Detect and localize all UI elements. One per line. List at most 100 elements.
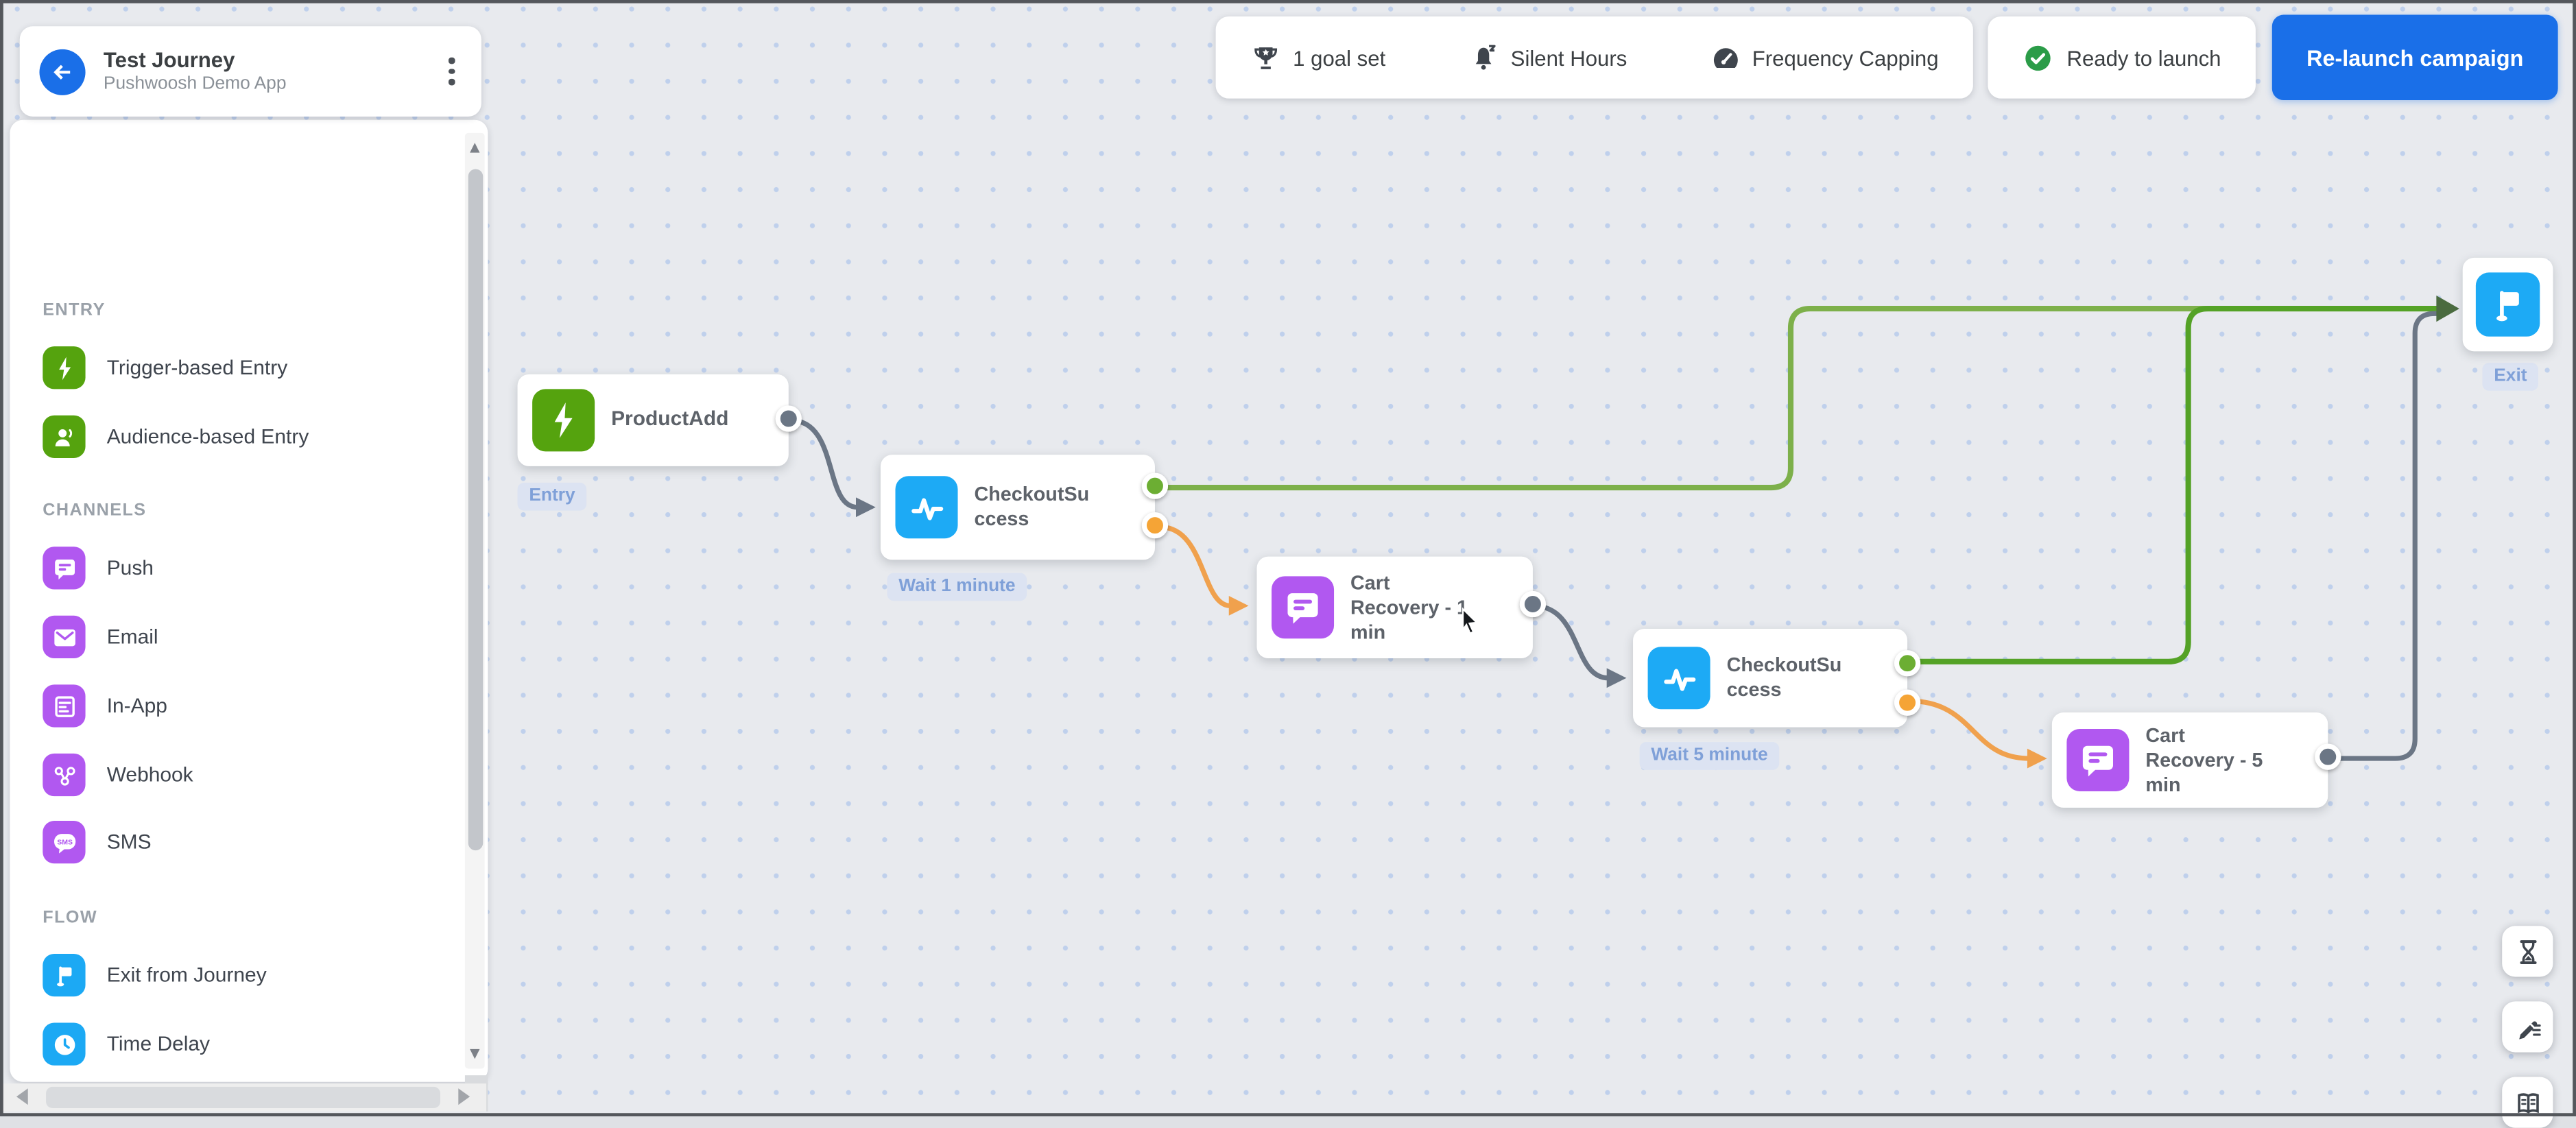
envelope-icon [43, 615, 86, 659]
inapp-layout-icon [43, 684, 86, 728]
arrowhead-icon [2436, 295, 2459, 322]
chat-bubble-icon [1272, 576, 1335, 639]
output-port[interactable] [775, 405, 802, 432]
sidebar-item-exit-from-journey[interactable]: Exit from Journey [43, 953, 267, 997]
sidebar-item-push[interactable]: Push [43, 547, 154, 590]
sidebar-item-time-delay[interactable]: Time Delay [43, 1022, 211, 1066]
sidebar-item-email[interactable]: Email [43, 615, 158, 659]
gauge-icon [1713, 47, 1737, 67]
output-port[interactable] [2315, 743, 2341, 770]
node-badge-wait: Wait 5 minute [1639, 742, 1780, 770]
output-port-event[interactable] [1894, 650, 1921, 677]
edge-checkout2-to-exit [1909, 306, 2442, 664]
sidebar-item-label: Exit from Journey [106, 963, 267, 987]
node-checkout-success-1[interactable]: CheckoutSuccess [880, 455, 1169, 560]
relaunch-campaign-button[interactable]: Re-launch campaign [2271, 14, 2558, 101]
scroll-left-icon[interactable] [16, 1088, 28, 1105]
book-icon [2517, 1092, 2538, 1113]
webhook-icon [43, 753, 86, 797]
sidebar-item-label: SMS [106, 830, 152, 854]
sidebar-item-webhook[interactable]: Webhook [43, 753, 193, 797]
output-port-event[interactable] [1141, 472, 1169, 499]
launch-status-label: Ready to launch [2066, 45, 2221, 70]
node-badge-wait: Wait 1 minute [887, 573, 1027, 601]
flag-icon [43, 953, 86, 997]
output-port-timeout[interactable] [1894, 689, 1921, 716]
bell-sleep-icon [1475, 44, 1495, 69]
scroll-down-icon[interactable] [468, 1048, 479, 1059]
journey-canvas-window[interactable]: ProductAdd Entry CheckoutSuccess Wait 1 … [0, 0, 2576, 1128]
svg-text:SMS: SMS [56, 837, 72, 845]
node-checkout-success-2[interactable]: CheckoutSuccess [1633, 628, 1921, 728]
journey-menu-button[interactable] [432, 49, 471, 95]
flag-icon [2475, 272, 2540, 337]
edge-cartrecovery5-to-exit [2328, 311, 2440, 761]
goal-settings-button[interactable]: 1 goal set [1250, 42, 1385, 73]
node-label: ProductAdd [611, 407, 729, 431]
chat-bubble-icon [43, 547, 86, 590]
node-product-add[interactable]: ProductAdd [517, 374, 802, 466]
scroll-right-icon[interactable] [458, 1088, 470, 1105]
scroll-up-icon[interactable] [468, 143, 479, 153]
chat-bubble-icon [2066, 728, 2130, 791]
edge-productadd-to-checkout1 [789, 418, 858, 510]
frequency-capping-label: Frequency Capping [1752, 45, 1939, 70]
arrowhead-icon [2027, 748, 2047, 769]
clock-icon [43, 1022, 86, 1066]
section-label-flow: FLOW [43, 907, 98, 928]
section-label-channels: CHANNELS [43, 501, 147, 520]
edge-checkout1-to-exit [1158, 306, 2442, 491]
sidebar-item-label: Push [106, 556, 154, 580]
edit-notes-button[interactable] [2502, 1001, 2553, 1053]
node-exit[interactable] [2462, 257, 2553, 352]
lightning-icon [43, 346, 86, 389]
sidebar-item-label: Webhook [106, 763, 193, 787]
scrollbar-thumb[interactable] [467, 169, 483, 851]
check-circle-icon [2025, 45, 2051, 70]
sidebar-item-in-app[interactable]: In-App [43, 684, 167, 728]
node-label: CheckoutSuccess [974, 482, 1090, 531]
journey-settings-toolbar: 1 goal set Silent Hours Frequency Cappin… [1215, 16, 1973, 99]
sidebar-item-label: Audience-based Entry [106, 425, 309, 448]
arrowhead-icon [856, 497, 876, 518]
silent-hours-button[interactable]: Silent Hours [1468, 42, 1627, 73]
sidebar-item-label: Trigger-based Entry [106, 356, 288, 380]
sidebar-item-label: Time Delay [106, 1032, 211, 1056]
scrollbar-thumb[interactable] [46, 1086, 440, 1109]
pulse-icon [895, 476, 958, 539]
node-label: Cart Recovery - 5 min [2145, 723, 2263, 795]
journey-history-button[interactable] [2502, 926, 2553, 977]
node-cart-recovery-5[interactable]: Cart Recovery - 5 min [2051, 712, 2341, 808]
sidebar-vertical-scrollbar[interactable] [464, 132, 485, 1069]
output-port-timeout[interactable] [1141, 512, 1169, 539]
elements-sidebar: ENTRY Trigger-based Entry Audience-based… [10, 119, 488, 1082]
sidebar-item-label: In-App [106, 694, 167, 718]
lightning-icon [532, 389, 595, 452]
node-cart-recovery-1[interactable]: Cart Recovery - 1 min [1256, 556, 1547, 659]
trophy-icon [1254, 46, 1278, 69]
journey-header-card: Test Journey Pushwoosh Demo App [19, 26, 481, 117]
edge-checkout2-to-cartrecovery5 [1909, 698, 2029, 761]
edge-cartrecovery1-to-checkout2 [1532, 603, 1609, 681]
output-port[interactable] [1519, 590, 1547, 618]
node-badge-entry: Entry [517, 482, 587, 511]
launch-status-card: Ready to launch [1988, 16, 2256, 99]
back-button[interactable] [39, 48, 86, 95]
sidebar-item-label: Email [106, 625, 158, 649]
journey-app-name: Pushwoosh Demo App [103, 73, 287, 94]
arrowhead-icon [1606, 668, 1627, 688]
sidebar-item-audience-based-entry[interactable]: Audience-based Entry [43, 415, 309, 458]
documentation-button[interactable] [2502, 1077, 2553, 1128]
pulse-icon [1647, 647, 1710, 710]
node-badge-exit: Exit [2482, 363, 2539, 391]
sms-bubble-icon: SMS [43, 821, 86, 864]
silent-hours-label: Silent Hours [1510, 45, 1627, 70]
sidebar-horizontal-scrollbar[interactable] [3, 1083, 487, 1112]
sidebar-item-sms[interactable]: SMS SMS [43, 821, 152, 864]
arrowhead-icon [1228, 596, 1249, 616]
section-label-entry: ENTRY [43, 300, 106, 320]
node-label: Cart Recovery - 1 min [1350, 570, 1468, 643]
edge-checkout1-to-cartrecovery1 [1159, 524, 1231, 609]
frequency-capping-button[interactable]: Frequency Capping [1709, 42, 1939, 73]
sidebar-item-trigger-based-entry[interactable]: Trigger-based Entry [43, 346, 287, 389]
